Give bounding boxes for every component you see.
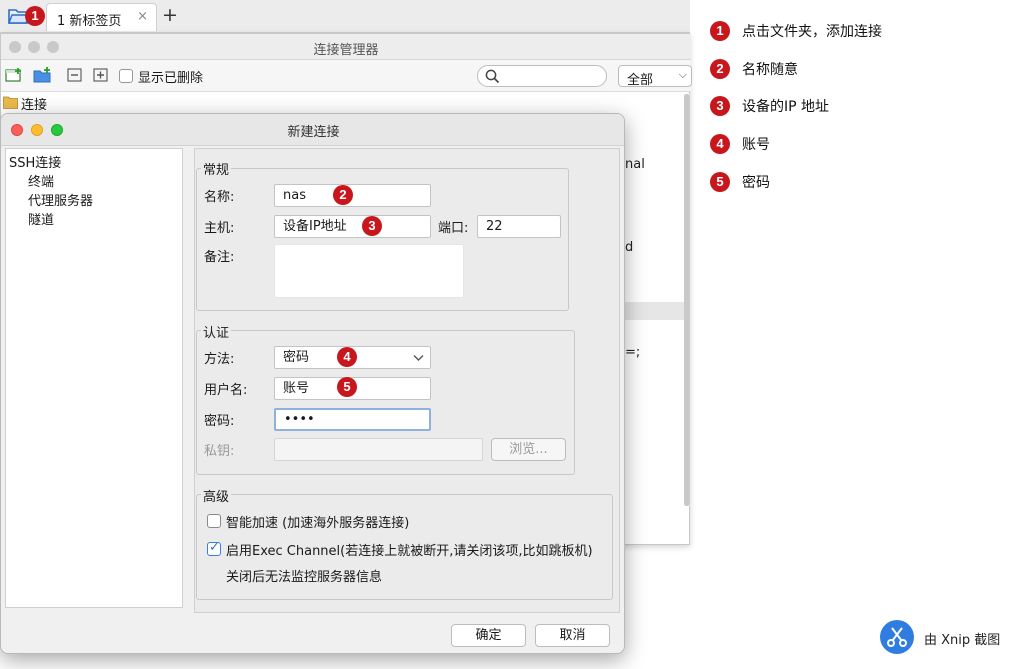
name-label: 名称: xyxy=(204,190,235,205)
annotation-badge-3: 3 xyxy=(362,216,382,236)
manager-title-bar: 连接管理器 xyxy=(1,34,691,60)
sidebar-item-terminal[interactable]: 终端 xyxy=(28,171,54,190)
private-key-label: 私钥: xyxy=(204,444,235,459)
annotation-badge-1: 1 xyxy=(25,6,45,26)
sidebar-item-tunnel[interactable]: 隧道 xyxy=(28,209,54,228)
annotation-badge-2: 2 xyxy=(333,185,353,205)
password-label: 密码: xyxy=(204,414,235,429)
new-connection-icon[interactable] xyxy=(5,67,23,83)
scrollbar[interactable] xyxy=(684,94,690,506)
smart-accel-checkbox[interactable] xyxy=(207,514,221,528)
annotation-number: 2 xyxy=(710,59,730,79)
new-connection-dialog: 新建连接 SSH连接 终端 代理服务器 隧道 常规 名称: nas 2 主机: … xyxy=(0,113,625,654)
auth-group-title: 认证 xyxy=(201,322,232,341)
annotation-number: 3 xyxy=(710,96,730,116)
annotation-badge-4: 4 xyxy=(337,347,357,367)
add-tab-icon[interactable]: + xyxy=(162,4,178,26)
filter-select[interactable]: 全部 ⌵ xyxy=(618,65,692,88)
chevron-down-icon: ⌵ xyxy=(678,68,687,81)
exec-channel-note: 关闭后无法监控服务器信息 xyxy=(226,570,383,585)
scrollbar-thumb[interactable] xyxy=(684,94,690,506)
smart-accel-label: 智能加速 (加速海外服务器连接) xyxy=(226,516,410,531)
new-folder-icon[interactable] xyxy=(33,67,51,83)
annotation-text: 点击文件夹，添加连接 xyxy=(742,24,882,40)
dialog-title-bar: 新建连接 xyxy=(1,114,624,146)
dialog-sidebar: SSH连接 终端 代理服务器 隧道 xyxy=(5,148,183,608)
search-icon xyxy=(485,69,500,84)
exec-channel-checkbox[interactable]: ✓ xyxy=(207,540,221,556)
table-row[interactable] xyxy=(621,302,684,320)
annotation-text: 名称随意 xyxy=(742,62,798,78)
annotation-text: 设备的IP 地址 xyxy=(742,99,830,115)
checkmark-icon: ✓ xyxy=(209,540,220,555)
annotation-number: 4 xyxy=(710,134,730,154)
username-label: 用户名: xyxy=(204,383,248,398)
exec-channel-label: 启用Exec Channel(若连接上就被断开,请关闭该项,比如跳板机) xyxy=(226,544,593,559)
note-field[interactable] xyxy=(274,244,464,298)
tab-bar: 1 1 新标签页 × + xyxy=(0,0,690,33)
annotation-number: 5 xyxy=(710,172,730,192)
annotation-text: 账号 xyxy=(742,137,770,153)
browse-button[interactable]: 浏览... xyxy=(491,438,566,461)
tab-new[interactable]: 1 新标签页 × xyxy=(46,3,157,31)
show-deleted-checkbox[interactable] xyxy=(119,69,133,83)
watermark-text: 由 Xnip 截图 xyxy=(924,633,1001,648)
annotation-badge-5: 5 xyxy=(337,377,357,397)
port-field[interactable]: 22 xyxy=(477,215,561,238)
tree-root-label: 连接 xyxy=(21,98,48,113)
host-label: 主机: xyxy=(204,221,235,236)
ok-button[interactable]: 确定 xyxy=(451,624,526,647)
general-group-title: 常规 xyxy=(201,159,232,178)
chevron-down-icon xyxy=(413,355,424,361)
search-input[interactable] xyxy=(477,65,607,87)
annotation-number: 1 xyxy=(710,21,730,41)
tab-label: 1 新标签页 xyxy=(57,14,122,29)
list-item-fragment: d xyxy=(625,240,634,255)
dialog-main-panel: 常规 名称: nas 2 主机: 设备IP地址 3 端口: 22 备注: 认证 … xyxy=(194,148,620,613)
filter-value: 全部 xyxy=(627,73,654,88)
dialog-title: 新建连接 xyxy=(287,125,340,140)
method-value: 密码 xyxy=(283,350,310,365)
host-field[interactable]: 设备IP地址 xyxy=(274,215,431,238)
show-deleted-label: 显示已删除 xyxy=(138,71,204,86)
sidebar-item-ssh[interactable]: SSH连接 xyxy=(9,152,61,171)
advanced-group-title: 高级 xyxy=(201,486,232,505)
manager-toolbar: 显示已删除 全部 ⌵ xyxy=(1,60,692,92)
annotation-text: 密码 xyxy=(742,175,770,191)
sidebar-item-proxy[interactable]: 代理服务器 xyxy=(28,190,93,209)
xnip-logo-icon xyxy=(880,620,914,654)
password-field[interactable]: •••• xyxy=(274,408,431,431)
list-item-fragment: nal xyxy=(625,157,645,172)
manager-title: 连接管理器 xyxy=(313,43,379,58)
note-label: 备注: xyxy=(204,250,235,265)
cancel-button[interactable]: 取消 xyxy=(535,624,610,647)
collapse-all-icon[interactable] xyxy=(66,67,84,83)
method-label: 方法: xyxy=(204,352,235,367)
expand-all-icon[interactable] xyxy=(92,67,110,83)
folder-icon xyxy=(3,96,18,109)
port-label: 端口: xyxy=(438,221,469,236)
private-key-field[interactable] xyxy=(274,438,483,461)
close-icon[interactable]: × xyxy=(137,9,148,24)
list-item-fragment: =; xyxy=(625,345,641,360)
